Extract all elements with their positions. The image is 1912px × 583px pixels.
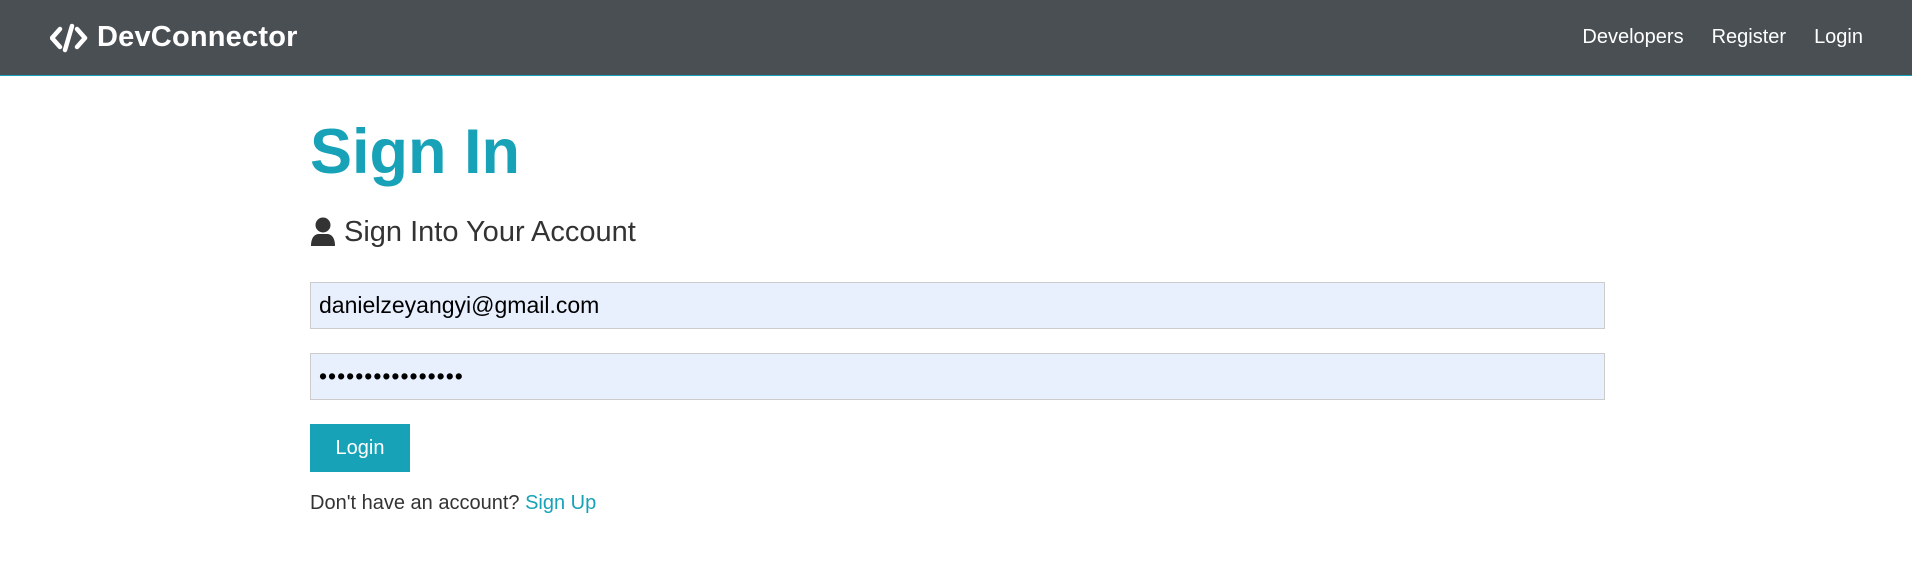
navbar: DevConnector Developers Register Login <box>0 0 1912 76</box>
nav-links: Developers Register Login <box>1554 26 1863 49</box>
email-field[interactable] <box>310 282 1605 329</box>
lead-text-row: Sign Into Your Account <box>310 214 1605 250</box>
nav-link-login[interactable]: Login <box>1814 26 1863 49</box>
nav-link-developers[interactable]: Developers <box>1582 26 1683 49</box>
code-icon <box>50 23 88 53</box>
signup-link[interactable]: Sign Up <box>525 492 596 514</box>
lead-text: Sign Into Your Account <box>344 215 636 248</box>
signup-prompt: Don't have an account? <box>310 492 520 514</box>
signup-line: Don't have an account? Sign Up <box>310 492 1605 515</box>
sign-in-container: Sign In Sign Into Your Account Login Don… <box>310 76 1605 515</box>
brand-logo-link[interactable]: DevConnector <box>50 21 298 54</box>
login-form: Login <box>310 282 1605 472</box>
nav-link-register[interactable]: Register <box>1712 26 1786 49</box>
user-icon <box>310 217 336 247</box>
page-title: Sign In <box>310 117 520 187</box>
password-field[interactable] <box>310 353 1605 400</box>
brand-name: DevConnector <box>97 21 298 53</box>
login-button[interactable]: Login <box>310 424 410 472</box>
